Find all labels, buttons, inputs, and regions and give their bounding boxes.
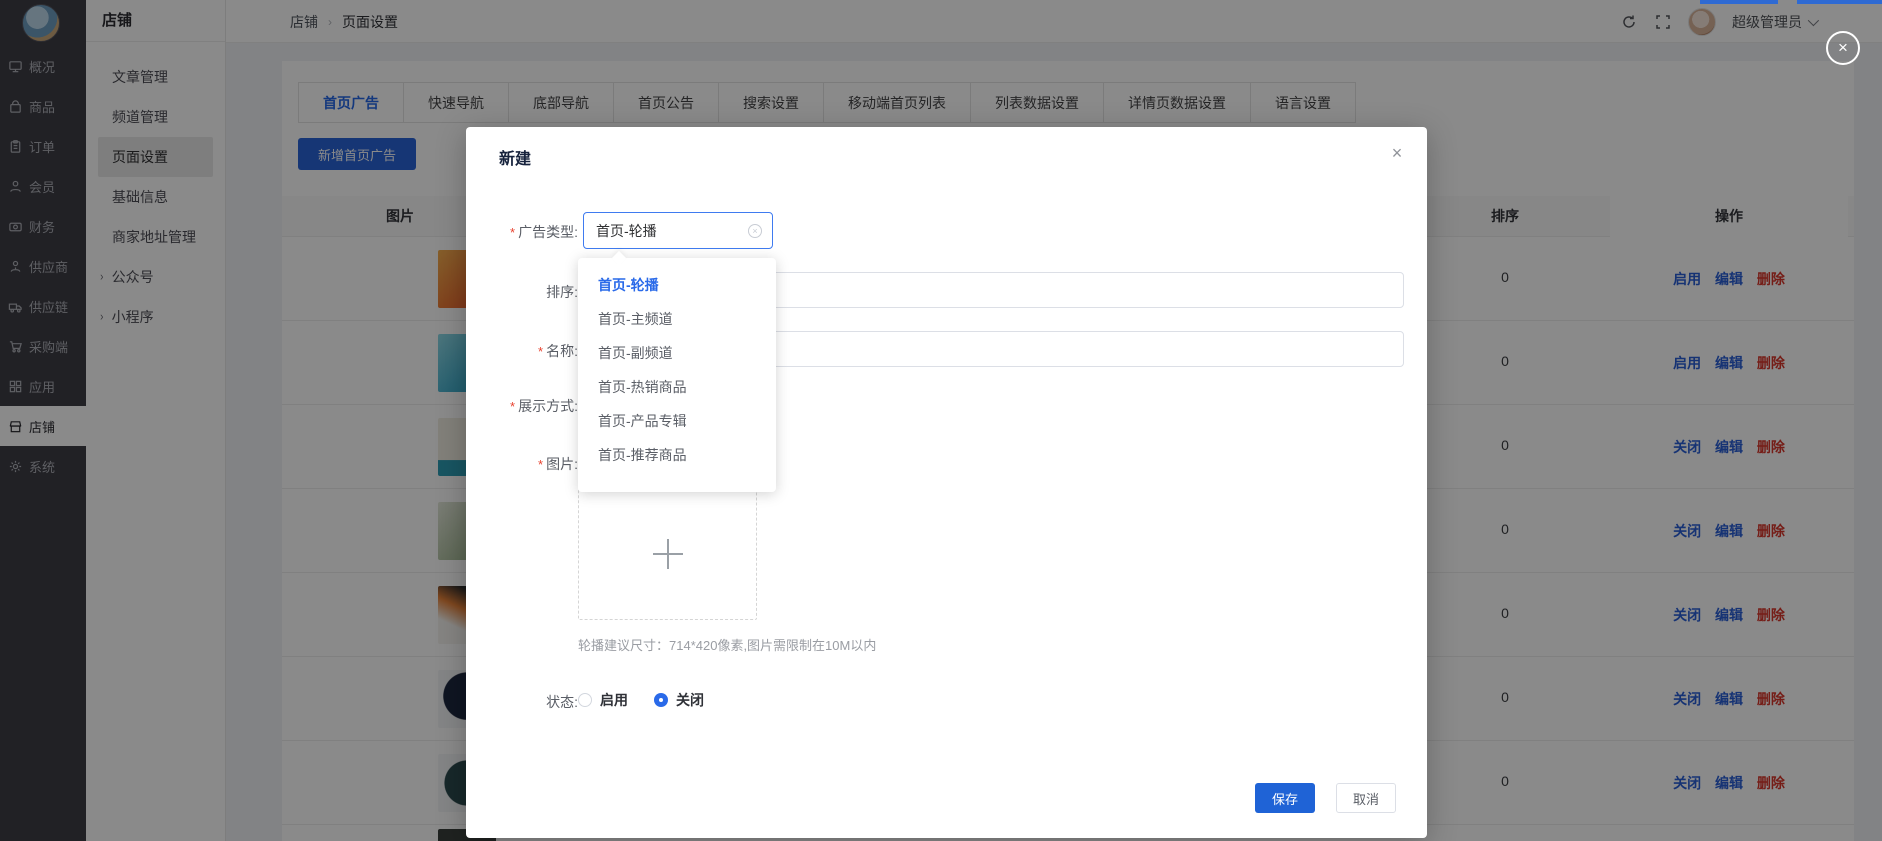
close-icon: × [1838, 38, 1848, 58]
radio-disable[interactable]: 关闭 [654, 690, 704, 710]
field-label-text: 状态: [546, 694, 578, 710]
radio-label: 启用 [600, 690, 628, 710]
clipped-blue-bar [1797, 0, 1882, 4]
option-home-carousel[interactable]: 首页-轮播 [578, 268, 776, 302]
close-icon[interactable]: × [1387, 143, 1407, 163]
required-mark: * [538, 457, 543, 472]
option-home-hot-goods[interactable]: 首页-热销商品 [578, 370, 776, 404]
field-label-text: 图片: [546, 456, 578, 472]
save-button[interactable]: 保存 [1255, 783, 1315, 813]
status-label: 状态: [466, 692, 578, 712]
dropdown-caret [612, 251, 626, 265]
clipped-blue-bar [1700, 0, 1778, 4]
option-home-recommend-goods[interactable]: 首页-推荐商品 [578, 438, 776, 472]
status-radio-group: 启用 关闭 [578, 690, 704, 710]
name-label: *名称: [466, 341, 578, 361]
plus-icon [653, 539, 683, 569]
required-mark: * [510, 399, 515, 414]
required-mark: * [510, 225, 515, 240]
image-upload-box[interactable] [578, 488, 757, 620]
cancel-button[interactable]: 取消 [1336, 783, 1396, 813]
floating-close-button[interactable]: × [1826, 31, 1860, 65]
option-home-product-album[interactable]: 首页-产品专辑 [578, 404, 776, 438]
ad-type-select[interactable]: 首页-轮播 × [583, 212, 773, 249]
option-home-sub-channel[interactable]: 首页-副频道 [578, 336, 776, 370]
radio-circle-icon [654, 693, 668, 707]
field-label-text: 展示方式: [518, 398, 578, 414]
ad-type-value: 首页-轮播 [596, 221, 748, 241]
image-label: *图片: [466, 454, 578, 474]
radio-label: 关闭 [676, 690, 704, 710]
option-home-main-channel[interactable]: 首页-主频道 [578, 302, 776, 336]
radio-enable[interactable]: 启用 [578, 690, 628, 710]
radio-circle-icon [578, 693, 592, 707]
sort-label: 排序: [466, 282, 578, 302]
field-label-text: 排序: [546, 284, 578, 300]
required-mark: * [538, 344, 543, 359]
ad-type-label: *广告类型: [466, 222, 578, 242]
upload-hint: 轮播建议尺寸：714*420像素,图片需限制在10M以内 [578, 635, 876, 654]
modal-title: 新建 [499, 145, 531, 169]
clear-icon[interactable]: × [748, 224, 762, 238]
field-label-text: 广告类型: [518, 224, 578, 240]
ad-type-dropdown: 首页-轮播 首页-主频道 首页-副频道 首页-热销商品 首页-产品专辑 首页-推… [578, 258, 776, 492]
display-mode-label: *展示方式: [466, 396, 578, 416]
field-label-text: 名称: [546, 343, 578, 359]
new-ad-modal: 新建 × *广告类型: 首页-轮播 × 排序: *名称: *展示方式: *图片:… [466, 127, 1427, 838]
